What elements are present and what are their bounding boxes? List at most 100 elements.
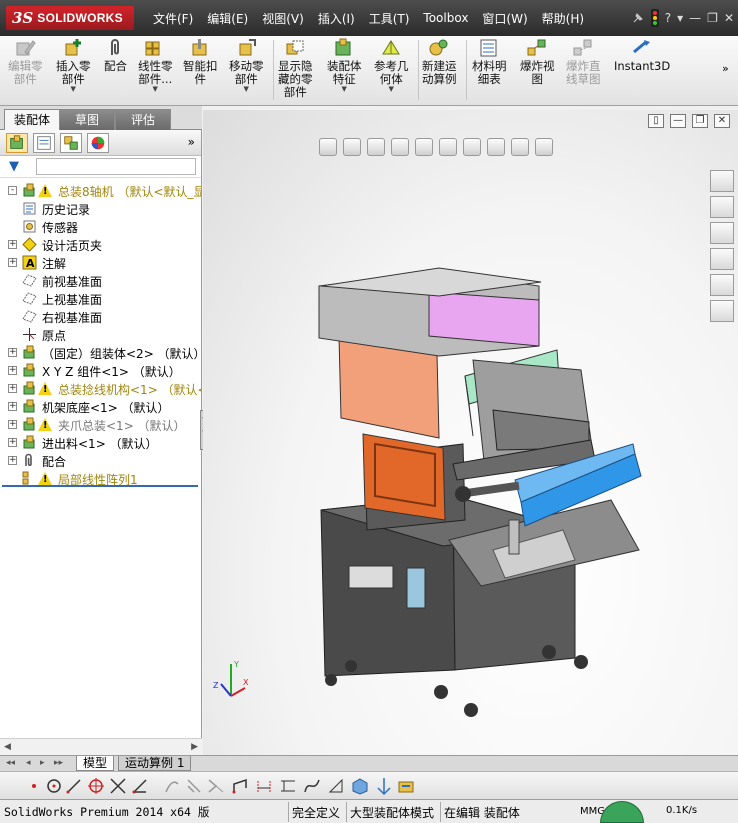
menu-tools[interactable]: 工具(T)	[362, 10, 417, 27]
feature-manager-icon[interactable]	[6, 133, 28, 153]
tree-item[interactable]: + 总装捻线机构<1> （默认<默	[0, 380, 201, 398]
expand-icon[interactable]: +	[8, 240, 17, 249]
expand-icon[interactable]: +	[8, 258, 17, 267]
tree-item[interactable]: 原点	[0, 326, 201, 344]
tree-item[interactable]: + 进出料<1> （默认）	[0, 434, 201, 452]
filter-icon[interactable]: ▼	[9, 159, 19, 174]
filter-input[interactable]	[36, 158, 196, 175]
expand-icon[interactable]: +	[8, 402, 17, 411]
convert-entities-icon[interactable]	[206, 776, 226, 796]
linear-component-pattern-button[interactable]: 线性零 部件... ▼	[138, 38, 173, 93]
scroll-left-icon[interactable]: ◀	[4, 742, 11, 752]
tree-item[interactable]: + 设计活页夹	[0, 236, 201, 254]
relations-icon[interactable]	[326, 776, 346, 796]
sketch-fillet-icon[interactable]	[254, 776, 274, 796]
polygon-icon[interactable]	[86, 776, 106, 796]
menu-view[interactable]: 视图(V)	[255, 10, 311, 27]
chevron-right-icon[interactable]: »	[722, 62, 729, 75]
tree-item[interactable]: + （固定）组装体<2> （默认）	[0, 344, 201, 362]
chevron-down-icon[interactable]: ▼	[342, 86, 347, 93]
bill-of-materials-button[interactable]: 材料明 细表	[472, 38, 507, 86]
line-icon[interactable]	[64, 776, 84, 796]
move-entities-icon[interactable]	[374, 776, 394, 796]
solidworks-logo[interactable]: 3S SOLIDWORKS	[6, 6, 134, 30]
menu-window[interactable]: 窗口(W)	[475, 10, 534, 27]
minimize-button[interactable]: —	[689, 11, 701, 25]
chevron-right-icon[interactable]: »	[188, 135, 195, 149]
property-manager-icon[interactable]	[33, 133, 55, 153]
display-manager-icon[interactable]	[87, 133, 109, 153]
trim-icon[interactable]	[108, 776, 128, 796]
extend-icon[interactable]	[130, 776, 150, 796]
tab-assembly[interactable]: 装配体	[4, 109, 60, 130]
tree-item[interactable]: 传感器	[0, 218, 201, 236]
menu-file[interactable]: 文件(F)	[146, 10, 200, 27]
insert-component-button[interactable]: 插入零 部件 ▼	[56, 38, 91, 93]
menu-help[interactable]: 帮助(H)	[535, 10, 591, 27]
restore-button[interactable]: ❐	[707, 11, 718, 25]
tab-model[interactable]: 模型	[76, 756, 115, 771]
tree-item[interactable]: + A 注解	[0, 254, 201, 272]
prev-tab-icon[interactable]: ◂	[26, 758, 31, 768]
tree-item[interactable]: + X Y Z 组件<1> （默认）	[0, 362, 201, 380]
expand-icon[interactable]: +	[8, 384, 17, 393]
chevron-down-icon[interactable]: ▼	[389, 86, 394, 93]
expand-icon[interactable]: +	[8, 456, 17, 465]
close-button[interactable]: ✕	[724, 11, 734, 25]
edit-component-button[interactable]: 编辑零 部件	[8, 38, 43, 86]
reference-geometry-button[interactable]: 参考几 何体 ▼	[374, 38, 409, 93]
tree-item[interactable]: 历史记录	[0, 200, 201, 218]
chevron-down-icon[interactable]: ▼	[71, 86, 76, 93]
pin-icon[interactable]	[631, 11, 645, 25]
mate-button[interactable]: 配合	[104, 38, 127, 73]
sketch-3d-icon[interactable]	[350, 776, 370, 796]
graphics-area[interactable]: ▯ — ❐ ✕ X Y Z	[203, 110, 738, 755]
chevron-down-icon[interactable]: ▼	[153, 86, 158, 93]
scroll-right-icon[interactable]: ▶	[191, 742, 198, 752]
tab-sketch[interactable]: 草图	[59, 109, 115, 130]
tree-item[interactable]: + 夹爪总装<1> （默认）	[0, 416, 201, 434]
first-tab-icon[interactable]: ◂◂	[6, 758, 15, 768]
rebuild-traffic-light-icon[interactable]	[650, 9, 659, 27]
tree-item[interactable]: - 总装8轴机 （默认<默认_显示状	[0, 182, 201, 200]
expand-icon[interactable]: +	[8, 420, 17, 429]
menu-edit[interactable]: 编辑(E)	[200, 10, 255, 27]
last-tab-icon[interactable]: ▸▸	[54, 758, 63, 768]
circle-icon[interactable]	[44, 776, 64, 796]
point-icon[interactable]	[24, 776, 44, 796]
tree-item[interactable]: 上视基准面	[0, 290, 201, 308]
offset-icon[interactable]	[162, 776, 182, 796]
tab-motion-study-1[interactable]: 运动算例 1	[118, 756, 192, 771]
show-hidden-components-button[interactable]: 显示隐 藏的零 部件	[278, 38, 313, 99]
assembly-features-button[interactable]: 装配体 特征 ▼	[327, 38, 362, 93]
new-motion-study-button[interactable]: 新建运 动算例	[422, 38, 457, 86]
tree-rollback-bar[interactable]	[2, 485, 198, 487]
smart-dimension-icon[interactable]	[278, 776, 298, 796]
tree-item[interactable]: + 机架底座<1> （默认）	[0, 398, 201, 416]
spline-icon[interactable]	[302, 776, 322, 796]
chevron-down-icon[interactable]: ▾	[677, 11, 683, 25]
next-tab-icon[interactable]: ▸	[40, 758, 45, 768]
left-panel-scrollbar[interactable]: ◀ ▶	[0, 738, 202, 755]
smart-fasteners-button[interactable]: 智能扣 件	[183, 38, 218, 86]
configuration-manager-icon[interactable]	[60, 133, 82, 153]
rectangle-icon[interactable]	[230, 776, 250, 796]
rapid-sketch-icon[interactable]	[396, 776, 416, 796]
collapse-icon[interactable]: -	[8, 186, 17, 195]
tree-item[interactable]: + 配合	[0, 452, 201, 470]
explode-line-sketch-button[interactable]: 爆炸直 线草图	[566, 38, 601, 86]
expand-icon[interactable]: +	[8, 348, 17, 357]
tab-evaluate[interactable]: 评估	[115, 109, 171, 130]
chevron-down-icon[interactable]: ▼	[244, 86, 249, 93]
assembly-model-view[interactable]	[203, 110, 738, 755]
move-component-button[interactable]: 移动零 部件 ▼	[229, 38, 264, 93]
expand-icon[interactable]: +	[8, 438, 17, 447]
tree-item[interactable]: 右视基准面	[0, 308, 201, 326]
menu-toolbox[interactable]: Toolbox	[416, 11, 475, 25]
exploded-view-button[interactable]: 爆炸视 图	[520, 38, 555, 86]
instant3d-button[interactable]: Instant3D	[614, 38, 670, 73]
expand-icon[interactable]: +	[8, 366, 17, 375]
mirror-icon[interactable]	[184, 776, 204, 796]
help-button[interactable]: ?	[665, 11, 671, 25]
menu-insert[interactable]: 插入(I)	[311, 10, 362, 27]
